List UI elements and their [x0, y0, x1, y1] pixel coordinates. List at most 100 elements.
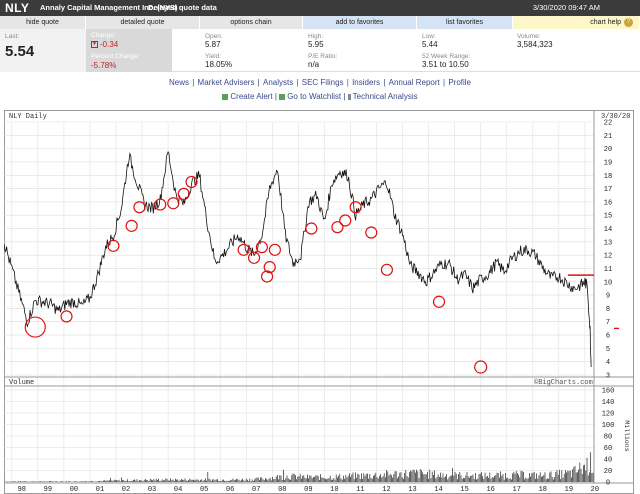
price-tick-label: 15	[604, 213, 612, 221]
time-tick-label: 08	[278, 486, 286, 494]
price-tick-label: 22	[604, 120, 612, 128]
price-tick-label: 9	[606, 293, 610, 301]
price-tick-label: 12	[604, 253, 612, 261]
link-annual-report[interactable]: Annual Report	[389, 78, 440, 87]
tab-detailed-quote[interactable]: detailed quote	[86, 16, 200, 29]
price-tick-label: 3	[606, 373, 610, 381]
week52-label: 52 Week Range:	[422, 53, 471, 60]
help-icon: ?	[624, 17, 633, 27]
chart-title: NLY Daily	[9, 113, 47, 121]
info-links: News | Market Advisers | Analysts | SEC …	[0, 78, 640, 87]
link-separator: |	[440, 78, 448, 87]
volume-tick-label: 40	[604, 457, 612, 465]
low-value: 5.44	[422, 40, 438, 49]
price-tick-label: 8	[606, 306, 610, 314]
price-tick-label: 18	[604, 173, 612, 181]
price-tick-label: 17	[604, 186, 612, 194]
open-value: 5.87	[205, 40, 221, 49]
volume-tick-label: 60	[604, 445, 612, 453]
volume-title: Volume	[9, 379, 34, 387]
go-to-watchlist-link[interactable]: Go to Watchlist	[287, 92, 341, 101]
price-tick-label: 16	[604, 199, 612, 207]
price-tick-label: 6	[606, 333, 610, 341]
pct-change-label: Percent Change:	[91, 53, 140, 60]
week52-value: 3.51 to 10.50	[422, 60, 469, 69]
link-insiders[interactable]: Insiders	[352, 78, 380, 87]
price-tick-label: 20	[604, 146, 612, 154]
price-tick-label: 4	[606, 359, 610, 367]
volume-tick-label: 160	[602, 388, 615, 396]
change-value: -0.34	[100, 40, 119, 49]
time-tick-label: 20	[591, 486, 599, 494]
tab-detailed-quote-label: detailed quote	[120, 19, 165, 26]
time-tick-label: 11	[356, 486, 364, 494]
action-links: Create Alert | Go to Watchlist | Technic…	[0, 92, 640, 101]
tab-options-chain-label: options chain	[230, 19, 272, 26]
link-sec-filings[interactable]: SEC Filings	[302, 78, 344, 87]
link-separator: |	[344, 78, 352, 87]
link-separator: |	[255, 78, 262, 87]
price-tick-label: 7	[606, 319, 610, 327]
delayed-notice: Delayed quote data	[148, 3, 217, 12]
time-tick-label: 01	[96, 486, 104, 494]
time-tick-label: 12	[382, 486, 390, 494]
volume-tick-label: 80	[604, 434, 612, 442]
create-alert-link[interactable]: Create Alert	[230, 92, 272, 101]
time-tick-label: 03	[148, 486, 156, 494]
watermark: ©BigCharts.com	[534, 378, 593, 387]
tab-options-chain[interactable]: options chain	[200, 16, 303, 29]
tab-hide-quote-label: hide quote	[26, 19, 59, 26]
volume-tick-label: 140	[602, 399, 615, 407]
link-profile[interactable]: Profile	[448, 78, 471, 87]
price-tick-label: 13	[604, 239, 612, 247]
link-separator: |	[294, 78, 301, 87]
tab-chart-help-label: chart help	[590, 19, 621, 26]
time-tick-label: 13	[408, 486, 416, 494]
change-label: Change:	[91, 32, 116, 39]
technical-analysis-icon	[347, 93, 351, 100]
price-tick-label: 10	[604, 279, 612, 287]
volume-label: Volume:	[517, 33, 541, 40]
volume-tick-label: 120	[602, 411, 615, 419]
time-tick-label: 18	[539, 486, 547, 494]
link-separator: |	[190, 78, 197, 87]
tab-list-favorites-label: list favorites	[446, 19, 483, 26]
quote-panel: Last: 5.54 Change: ▼ -0.34 Percent Change…	[0, 29, 640, 72]
tab-add-to-favorites[interactable]: add to favorites	[303, 16, 417, 29]
down-arrow-icon: ▼	[91, 41, 98, 49]
time-tick-label: 02	[122, 486, 130, 494]
yield-label: Yield:	[205, 53, 222, 60]
time-tick-label: 14	[434, 486, 442, 494]
time-tick-label: 10	[330, 486, 338, 494]
time-tick-label: 07	[252, 486, 260, 494]
link-news[interactable]: News	[169, 78, 189, 87]
price-tick-label: 5	[606, 346, 610, 354]
price-tick-label: 11	[604, 266, 612, 274]
time-tick-label: 98	[18, 486, 26, 494]
link-market-advisers[interactable]: Market Advisers	[198, 78, 255, 87]
volume-tick-label: 20	[604, 468, 612, 476]
link-analysts[interactable]: Analysts	[263, 78, 293, 87]
watchlist-icon	[279, 93, 286, 100]
tab-list-favorites[interactable]: list favorites	[417, 16, 513, 29]
technical-analysis-link[interactable]: Technical Analysis	[353, 92, 418, 101]
high-value: 5.95	[308, 40, 324, 49]
high-label: High:	[308, 33, 324, 40]
tab-add-to-favorites-label: add to favorites	[335, 19, 384, 26]
alert-icon	[222, 93, 229, 100]
yield-value: 18.05%	[205, 60, 233, 69]
change-value-wrap: ▼ -0.34	[91, 40, 118, 49]
price-chart: NLY Daily 3/30/20 Volume ©BigCharts.com …	[3, 110, 634, 494]
top-bar: NLY Annaly Capital Management Inc. (NYS)…	[0, 0, 640, 16]
last-value: 5.54	[5, 43, 35, 60]
time-tick-label: 06	[226, 486, 234, 494]
time-tick-label: 99	[44, 486, 52, 494]
tab-chart-help[interactable]: chart help?	[513, 16, 640, 29]
quote-tabs: hide quote detailed quote options chain …	[0, 16, 640, 29]
quote-timestamp: 3/30/2020 09:47 AM	[532, 3, 600, 12]
tab-hide-quote[interactable]: hide quote	[0, 16, 86, 29]
volume-value: 3,584,323	[517, 40, 553, 49]
ticker-symbol: NLY	[5, 1, 30, 15]
chart-svg: NLY Daily 3/30/20 Volume ©BigCharts.com …	[3, 110, 634, 494]
time-tick-label: 15	[460, 486, 468, 494]
